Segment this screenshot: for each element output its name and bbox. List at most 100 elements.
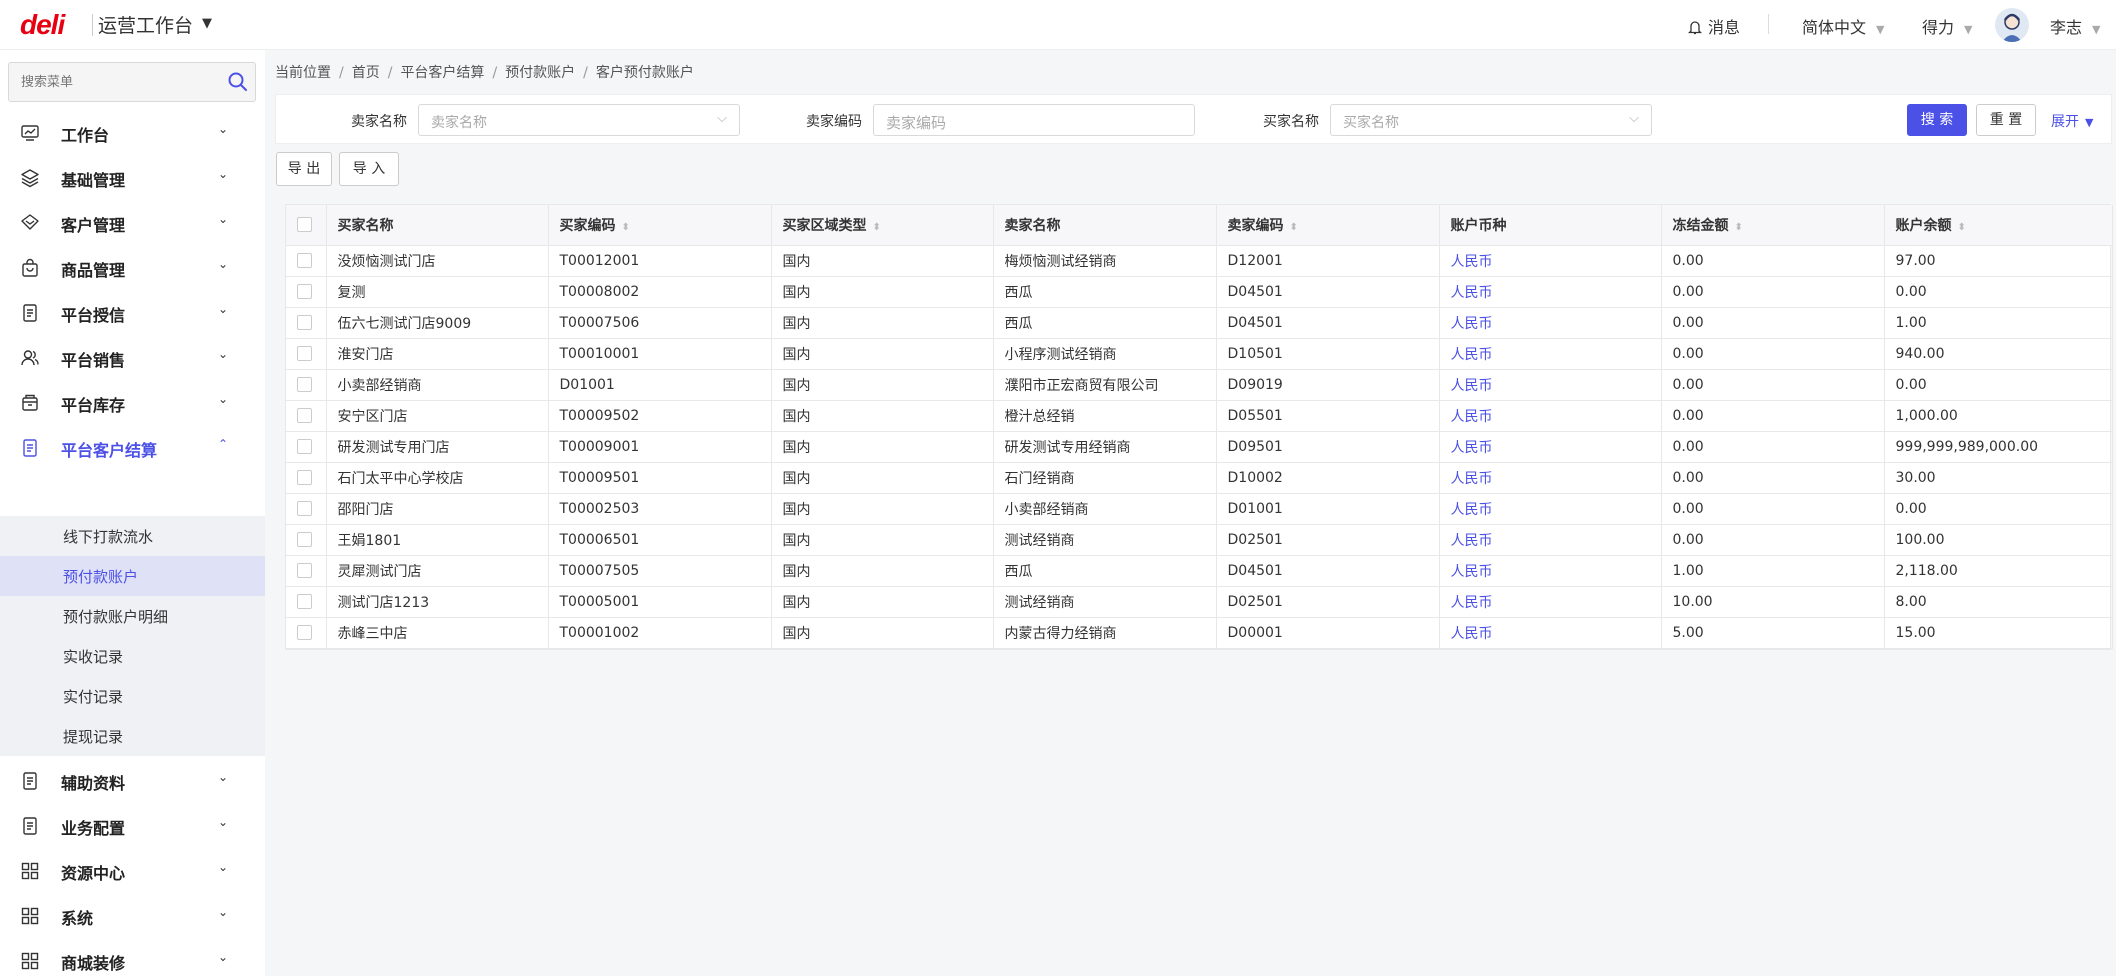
table-cell[interactable]: 人民币 <box>1439 617 1662 649</box>
table-row[interactable]: 测试门店1213 T00005001 国内 测试经销商 D02501 人民币 10.00 8.… <box>286 586 2113 618</box>
table-cell[interactable]: 人民币 <box>1439 586 1662 618</box>
table-cell[interactable]: 人民币 <box>1439 431 1662 463</box>
chevron-up-icon: ⌃ <box>218 437 229 451</box>
expand-toggle[interactable]: 展开 ▼ <box>2051 111 2093 131</box>
table-cell[interactable]: 人民币 <box>1439 276 1662 308</box>
row-checkbox[interactable] <box>286 462 327 494</box>
table-row[interactable]: 灵犀测试门店 T00007505 国内 西瓜 D04501 人民币 1.00 2,118.00 <box>286 555 2113 587</box>
table-cell: 石门经销商 <box>993 462 1217 494</box>
sort-icon[interactable]: ⬍ <box>1958 222 1966 233</box>
select-all-checkbox[interactable] <box>286 205 327 246</box>
table-cell[interactable]: 人民币 <box>1439 462 1662 494</box>
column-header[interactable]: 账户余额 ⬍ <box>1884 205 2113 246</box>
table-row[interactable]: 复测 T00008002 国内 西瓜 D04501 人民币 0.00 0.00 <box>286 276 2113 308</box>
app-title[interactable]: 运营工作台 <box>98 11 193 38</box>
table-row[interactable]: 邵阳门店 T00002503 国内 小卖部经销商 D01001 人民币 0.00 0.00 <box>286 493 2113 525</box>
brand-select[interactable]: 得力 ▼ <box>1922 14 1972 38</box>
sidebar-item-mall-decoration[interactable]: 商城装修 ⌄ <box>0 938 265 976</box>
submenu-item-offline-payments[interactable]: 线下打款流水 <box>0 516 265 556</box>
row-checkbox[interactable] <box>286 524 327 556</box>
table-row[interactable]: 安宁区门店 T00009502 国内 橙汁总经销 D05501 人民币 0.00 1,000.… <box>286 400 2113 432</box>
caret-down-icon[interactable]: ▼ <box>202 16 212 31</box>
column-header[interactable]: 卖家编码 ⬍ <box>1216 205 1440 246</box>
messages-button[interactable]: 消息 <box>1687 14 1740 38</box>
column-header[interactable]: 买家区域类型 ⬍ <box>771 205 994 246</box>
sort-icon[interactable]: ⬍ <box>873 222 881 233</box>
menu-search-input[interactable] <box>9 63 209 101</box>
table-cell: 西瓜 <box>993 276 1217 308</box>
sort-icon[interactable]: ⬍ <box>622 222 630 233</box>
row-checkbox[interactable] <box>286 245 327 277</box>
search-button[interactable]: 搜 索 <box>1907 104 1967 136</box>
row-checkbox[interactable] <box>286 586 327 618</box>
breadcrumb-prepaid-account[interactable]: 预付款账户 <box>505 65 575 81</box>
sidebar-item-business-config[interactable]: 业务配置 ⌄ <box>0 803 265 847</box>
sidebar-item-platform-sales[interactable]: 平台销售 ⌄ <box>0 335 265 379</box>
table-cell[interactable]: 人民币 <box>1439 493 1662 525</box>
table-row[interactable]: 伍六七测试门店9009 T00007506 国内 西瓜 D04501 人民币 0.00 1.0… <box>286 307 2113 339</box>
sidebar-item-system[interactable]: 系统 ⌄ <box>0 893 265 937</box>
seller-name-select[interactable]: 卖家名称 ⌵ <box>418 104 740 136</box>
row-checkbox[interactable] <box>286 400 327 432</box>
row-checkbox[interactable] <box>286 493 327 525</box>
table-cell: 0.00 <box>1661 462 1885 494</box>
table-cell[interactable]: 人民币 <box>1439 245 1662 277</box>
sidebar-item-platform-inventory[interactable]: 平台库存 ⌄ <box>0 380 265 424</box>
reset-button[interactable]: 重 置 <box>1976 104 2036 136</box>
row-checkbox[interactable] <box>286 307 327 339</box>
table-cell[interactable]: 人民币 <box>1439 555 1662 587</box>
table-row[interactable]: 小卖部经销商 D01001 国内 濮阳市正宏商贸有限公司 D09019 人民币 0.00 0.… <box>286 369 2113 401</box>
sort-icon[interactable]: ⬍ <box>1735 222 1743 233</box>
table-cell[interactable]: 人民币 <box>1439 338 1662 370</box>
row-checkbox[interactable] <box>286 617 327 649</box>
sidebar-item-platform-credit[interactable]: 平台授信 ⌄ <box>0 290 265 334</box>
table-row[interactable]: 赤峰三中店 T00001002 国内 内蒙古得力经销商 D00001 人民币 5.00 15.… <box>286 617 2113 649</box>
breadcrumb-home[interactable]: 首页 <box>352 65 380 81</box>
sort-icon[interactable]: ⬍ <box>1290 222 1298 233</box>
bag-icon <box>20 258 40 278</box>
table-row[interactable]: 没烦恼测试门店 T00012001 国内 梅烦恼测试经销商 D12001 人民币 0.00 9… <box>286 245 2113 277</box>
column-header[interactable]: 买家编码 ⬍ <box>548 205 772 246</box>
table-row[interactable]: 石门太平中心学校店 T00009501 国内 石门经销商 D10002 人民币 0.00 30… <box>286 462 2113 494</box>
export-button[interactable]: 导 出 <box>276 152 332 186</box>
table-row[interactable]: 王娟1801 T00006501 国内 测试经销商 D02501 人民币 0.00 100.0… <box>286 524 2113 556</box>
table-cell: 赤峰三中店 <box>326 617 549 649</box>
buyer-name-select[interactable]: 买家名称 ⌵ <box>1330 104 1652 136</box>
table-cell: 国内 <box>771 555 994 587</box>
row-checkbox[interactable] <box>286 555 327 587</box>
table-cell[interactable]: 人民币 <box>1439 307 1662 339</box>
table-cell[interactable]: 人民币 <box>1439 524 1662 556</box>
sidebar-item-customer-management[interactable]: 客户管理 ⌄ <box>0 200 265 244</box>
row-checkbox[interactable] <box>286 369 327 401</box>
table-cell[interactable]: 人民币 <box>1439 369 1662 401</box>
row-checkbox[interactable] <box>286 276 327 308</box>
language-select[interactable]: 简体中文 ▼ <box>1802 14 1884 38</box>
deli-logo[interactable]: deli <box>20 9 65 41</box>
user-menu[interactable]: 李志 ▼ <box>2050 14 2100 38</box>
column-header[interactable]: 冻结金额 ⬍ <box>1661 205 1885 246</box>
submenu-item-received-records[interactable]: 实收记录 <box>0 636 265 676</box>
header-divider <box>1768 14 1769 34</box>
sidebar-item-product-management[interactable]: 商品管理 ⌄ <box>0 245 265 289</box>
sidebar-item-resource-center[interactable]: 资源中心 ⌄ <box>0 848 265 892</box>
table-row[interactable]: 淮安门店 T00010001 国内 小程序测试经销商 D10501 人民币 0.00 940.… <box>286 338 2113 370</box>
search-icon[interactable] <box>227 71 249 97</box>
avatar[interactable] <box>1995 8 2029 42</box>
sidebar-item-customer-settlement[interactable]: 平台客户结算 ⌃ <box>0 425 265 469</box>
sidebar-item-basic-management[interactable]: 基础管理 ⌄ <box>0 155 265 199</box>
submenu-item-paid-records[interactable]: 实付记录 <box>0 676 265 716</box>
table-cell: 测试经销商 <box>993 524 1217 556</box>
submenu-item-prepaid-account[interactable]: 预付款账户 <box>0 556 265 596</box>
row-checkbox[interactable] <box>286 431 327 463</box>
submenu-item-prepaid-account-detail[interactable]: 预付款账户明细 <box>0 596 265 636</box>
table-cell: 国内 <box>771 400 994 432</box>
breadcrumb-settlement[interactable]: 平台客户结算 <box>400 65 484 81</box>
sidebar-item-auxiliary-data[interactable]: 辅助资料 ⌄ <box>0 758 265 802</box>
import-button[interactable]: 导 入 <box>339 152 399 186</box>
sidebar-item-workbench[interactable]: 工作台 ⌄ <box>0 110 265 154</box>
table-cell[interactable]: 人民币 <box>1439 400 1662 432</box>
seller-code-input[interactable]: 卖家编码 <box>873 104 1195 136</box>
submenu-item-withdrawal-records[interactable]: 提现记录 <box>0 716 265 756</box>
row-checkbox[interactable] <box>286 338 327 370</box>
table-row[interactable]: 研发测试专用门店 T00009001 国内 研发测试专用经销商 D09501 人民币 0.0… <box>286 431 2113 463</box>
